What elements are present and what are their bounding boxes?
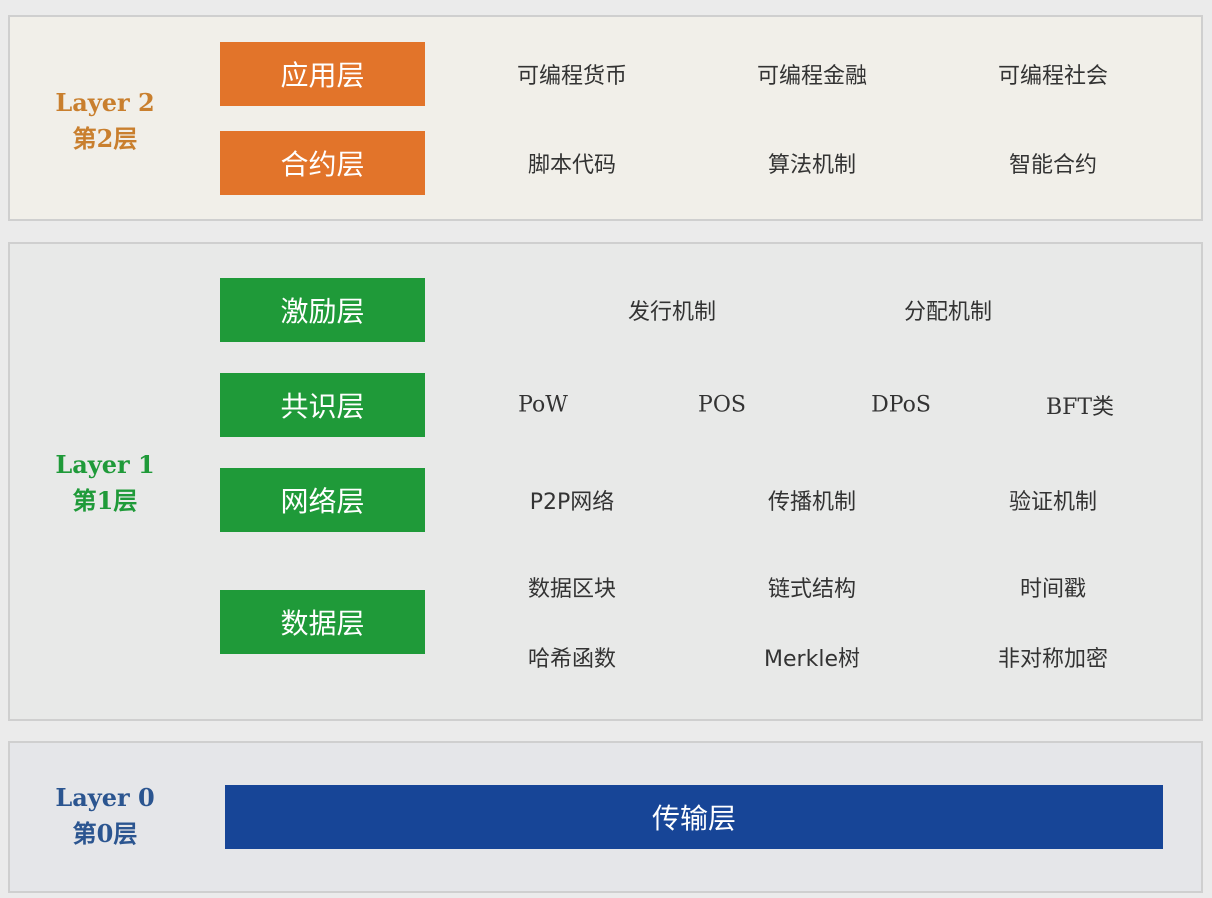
- incentive-layer-box: 激励层: [220, 278, 425, 342]
- item: 可编程金融: [756, 64, 868, 89]
- item: 时间戳: [1019, 577, 1087, 602]
- item: 传播机制: [767, 490, 857, 515]
- application-layer-box: 应用层: [220, 42, 425, 106]
- layer1-label: Layer 1 第1层: [55, 450, 155, 515]
- network-layer-box: 网络层: [220, 468, 425, 532]
- item: 智能合约: [1008, 153, 1098, 178]
- consensus-layer-box: 共识层: [220, 373, 425, 437]
- transport-layer-bar: 传输层: [225, 785, 1163, 849]
- layer2-label: Layer 2 第2层: [55, 88, 155, 153]
- item: 哈希函数: [527, 647, 617, 672]
- item: 验证机制: [1008, 490, 1098, 515]
- item: 发行机制: [627, 300, 717, 325]
- item: BFT类: [1045, 395, 1115, 420]
- layer0-label: Layer 0 第0层: [55, 783, 155, 848]
- item: POS: [698, 392, 746, 418]
- item: DPoS: [871, 392, 931, 418]
- item: 链式结构: [767, 577, 857, 602]
- item: PoW: [518, 392, 568, 418]
- data-layer-box: 数据层: [220, 590, 425, 654]
- item: 分配机制: [903, 300, 993, 325]
- item: Merkle树: [764, 647, 860, 672]
- item: 算法机制: [767, 153, 857, 178]
- item: 数据区块: [527, 577, 617, 602]
- item: 非对称加密: [997, 647, 1109, 672]
- item: 可编程社会: [997, 64, 1109, 89]
- contract-layer-box: 合约层: [220, 131, 425, 195]
- layer2-panel: [8, 15, 1203, 221]
- item: 可编程货币: [516, 64, 628, 89]
- item: 脚本代码: [527, 153, 617, 178]
- item: P2P网络: [529, 490, 615, 515]
